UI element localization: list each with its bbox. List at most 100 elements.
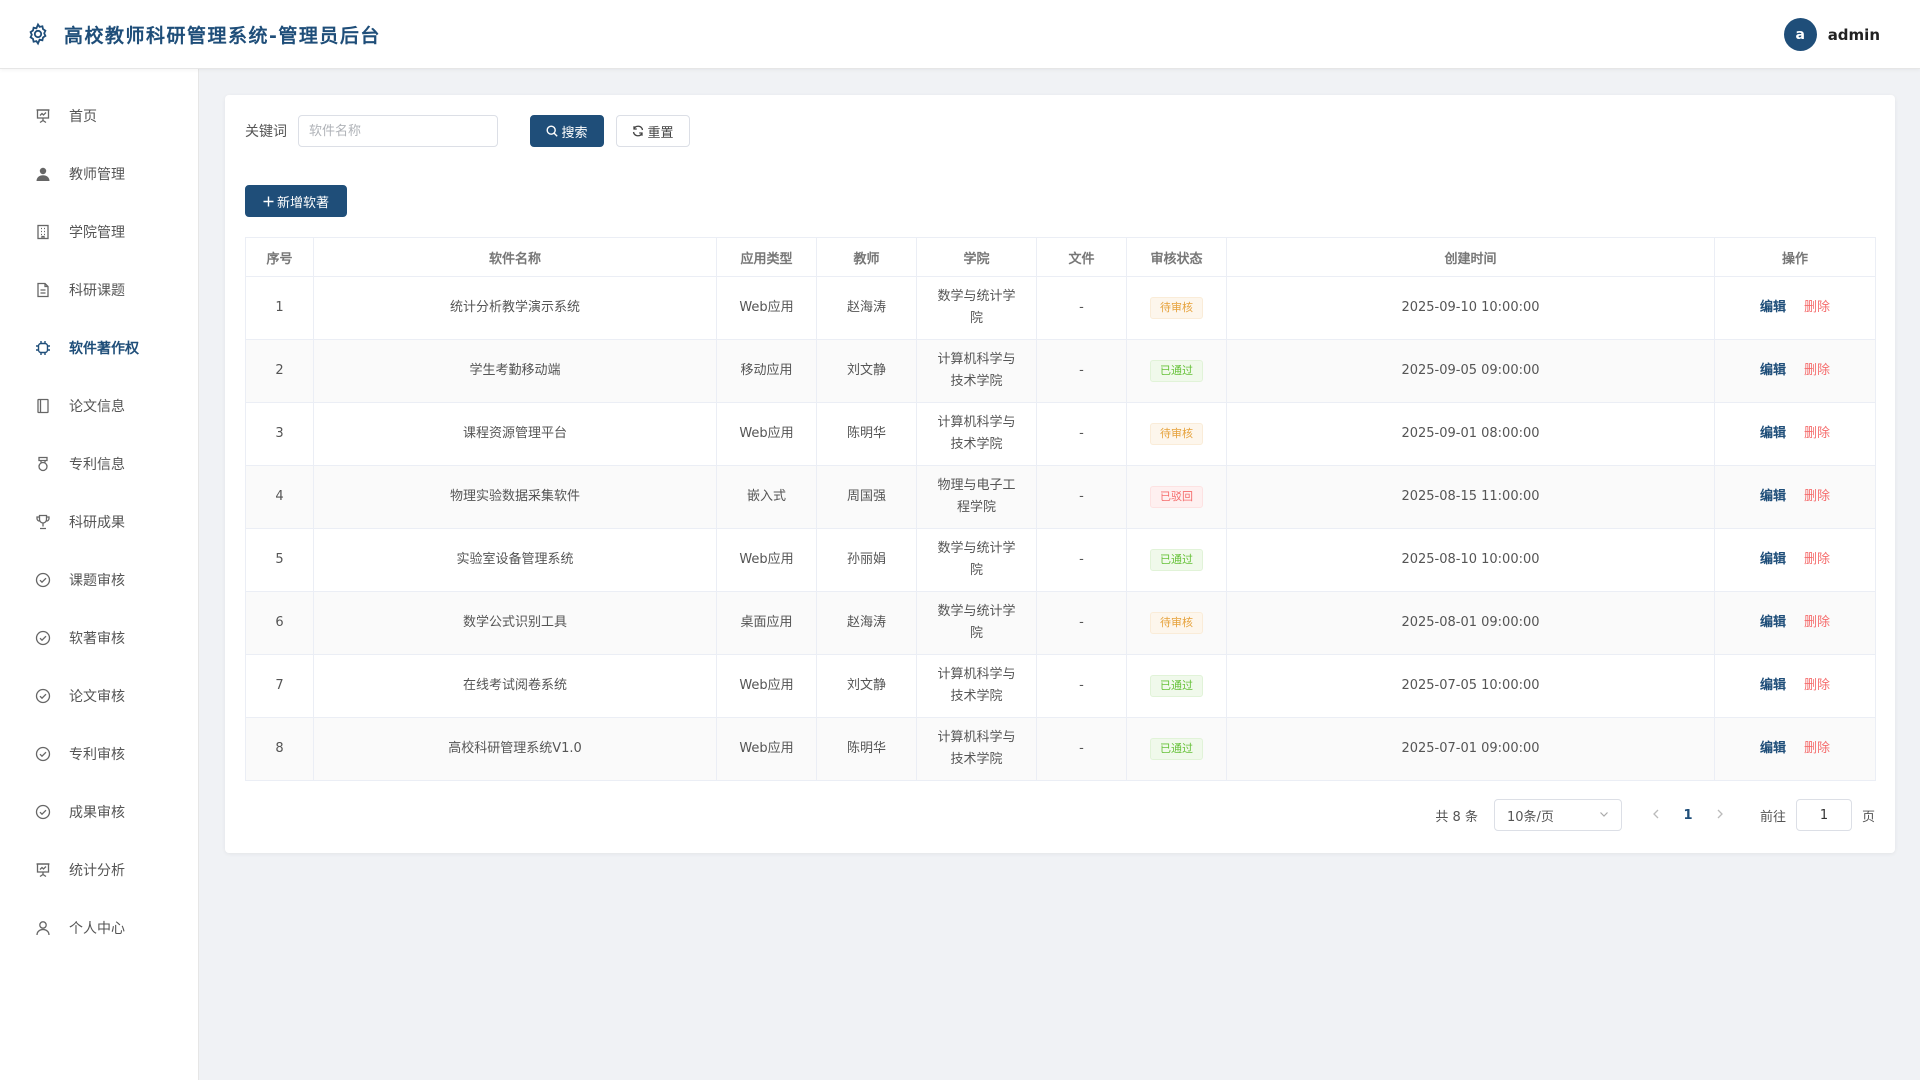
delete-link[interactable]: 删除	[1804, 489, 1830, 504]
presentation-icon	[34, 107, 52, 125]
gear-icon	[26, 22, 50, 46]
cell-actions: 编辑 删除	[1714, 465, 1876, 529]
avatar[interactable]: a	[1783, 18, 1817, 51]
cpu-icon	[34, 339, 52, 357]
sidebar-item-10[interactable]: 论文审核	[0, 667, 199, 725]
edit-link[interactable]: 编辑	[1760, 489, 1786, 504]
cell-name: 在线考试阅卷系统	[313, 654, 717, 718]
cell-no: 8	[245, 717, 314, 781]
cell-status: 已驳回	[1126, 465, 1227, 529]
user-filled-icon	[34, 165, 52, 183]
column-header: 学院	[916, 237, 1037, 277]
sidebar-item-label: 统计分析	[69, 863, 125, 879]
reset-button[interactable]: 重置	[616, 115, 690, 147]
circle-check-icon	[34, 571, 52, 589]
sidebar-item-6[interactable]: 专利信息	[0, 435, 199, 493]
cell-file: -	[1036, 465, 1127, 529]
edit-link[interactable]: 编辑	[1760, 300, 1786, 315]
search-button[interactable]: 搜索	[530, 115, 604, 147]
delete-link[interactable]: 删除	[1804, 300, 1830, 315]
cell-created: 2025-07-05 10:00:00	[1226, 654, 1715, 718]
cell-created: 2025-08-10 10:00:00	[1226, 528, 1715, 592]
cell-created: 2025-09-01 08:00:00	[1226, 402, 1715, 466]
sidebar-item-4[interactable]: 软件著作权	[0, 319, 199, 377]
cell-file: -	[1036, 528, 1127, 592]
keyword-label: 关键词	[245, 124, 287, 140]
app-title: 高校教师科研管理系统-管理员后台	[64, 24, 381, 47]
cell-no: 3	[245, 402, 314, 466]
cell-type: 桌面应用	[716, 591, 817, 655]
prev-page-button[interactable]	[1640, 808, 1672, 823]
sidebar-item-7[interactable]: 科研成果	[0, 493, 199, 551]
cell-created: 2025-07-01 09:00:00	[1226, 717, 1715, 781]
sidebar-item-3[interactable]: 科研课题	[0, 261, 199, 319]
cell-college: 计算机科学与技术学院	[916, 402, 1037, 466]
page-suffix: 页	[1861, 809, 1875, 825]
cell-created: 2025-08-15 11:00:00	[1226, 465, 1715, 529]
delete-link[interactable]: 删除	[1804, 426, 1830, 441]
cell-status: 已通过	[1126, 654, 1227, 718]
cell-college: 数学与统计学院	[916, 528, 1037, 592]
delete-link[interactable]: 删除	[1804, 363, 1830, 378]
user-menu[interactable]: a admin	[1783, 18, 1880, 51]
chevron-down-icon	[1599, 808, 1609, 823]
add-button-label: 新增软著	[276, 195, 329, 211]
keyword-input[interactable]	[298, 115, 498, 147]
circle-check-icon	[34, 629, 52, 647]
column-header: 软件名称	[313, 237, 717, 277]
cell-teacher: 陈明华	[816, 717, 917, 781]
delete-link[interactable]: 删除	[1804, 741, 1830, 756]
sidebar-item-8[interactable]: 课题审核	[0, 551, 199, 609]
medal-icon	[34, 455, 52, 473]
sidebar-item-1[interactable]: 教师管理	[0, 145, 199, 203]
username[interactable]: admin	[1828, 26, 1880, 44]
cell-actions: 编辑 删除	[1714, 402, 1876, 466]
sidebar-item-11[interactable]: 专利审核	[0, 725, 199, 783]
sidebar-item-9[interactable]: 软著审核	[0, 609, 199, 667]
edit-link[interactable]: 编辑	[1760, 741, 1786, 756]
cell-actions: 编辑 删除	[1714, 339, 1876, 403]
column-header: 序号	[245, 237, 314, 277]
cell-no: 5	[245, 528, 314, 592]
cell-created: 2025-09-10 10:00:00	[1226, 276, 1715, 340]
edit-link[interactable]: 编辑	[1760, 363, 1786, 378]
add-software-button[interactable]: 新增软著	[245, 185, 347, 217]
table-header-row: 序号 软件名称 应用类型 教师 学院 文件 审核状态 创建时间 操作	[245, 237, 1876, 277]
total-count: 共 8 条	[1435, 809, 1478, 825]
status-badge: 待审核	[1150, 423, 1203, 445]
status-badge: 已通过	[1150, 360, 1203, 382]
sidebar-item-0[interactable]: 首页	[0, 87, 199, 145]
page-number-current[interactable]: 1	[1672, 808, 1704, 823]
delete-link[interactable]: 删除	[1804, 552, 1830, 567]
edit-link[interactable]: 编辑	[1760, 552, 1786, 567]
cell-actions: 编辑 删除	[1714, 717, 1876, 781]
cell-file: -	[1036, 717, 1127, 781]
sidebar-item-12[interactable]: 成果审核	[0, 783, 199, 841]
cell-name: 数学公式识别工具	[313, 591, 717, 655]
cell-no: 4	[245, 465, 314, 529]
cell-status: 待审核	[1126, 591, 1227, 655]
column-header: 文件	[1036, 237, 1127, 277]
column-header: 操作	[1714, 237, 1876, 277]
edit-link[interactable]: 编辑	[1760, 615, 1786, 630]
next-page-button[interactable]	[1704, 808, 1736, 823]
cell-teacher: 赵海涛	[816, 276, 917, 340]
search-bar: 关键词 搜索 重置	[245, 115, 690, 147]
sidebar-item-2[interactable]: 学院管理	[0, 203, 199, 261]
building-icon	[34, 223, 52, 241]
edit-link[interactable]: 编辑	[1760, 678, 1786, 693]
delete-link[interactable]: 删除	[1804, 678, 1830, 693]
refresh-icon	[632, 125, 644, 137]
sidebar-item-label: 科研课题	[69, 283, 125, 299]
delete-link[interactable]: 删除	[1804, 615, 1830, 630]
cell-college: 数学与统计学院	[916, 276, 1037, 340]
sidebar-item-5[interactable]: 论文信息	[0, 377, 199, 435]
circle-check-icon	[34, 803, 52, 821]
goto-page-input[interactable]	[1795, 799, 1852, 831]
edit-link[interactable]: 编辑	[1760, 426, 1786, 441]
table-row: 3 课程资源管理平台 Web应用 陈明华 计算机科学与技术学院 - 待审核 2025-09-0…	[245, 402, 1876, 466]
trophy-icon	[34, 513, 52, 531]
page-size-select[interactable]: 10条/页	[1493, 799, 1622, 831]
sidebar-item-14[interactable]: 个人中心	[0, 899, 199, 957]
sidebar-item-13[interactable]: 统计分析	[0, 841, 199, 899]
